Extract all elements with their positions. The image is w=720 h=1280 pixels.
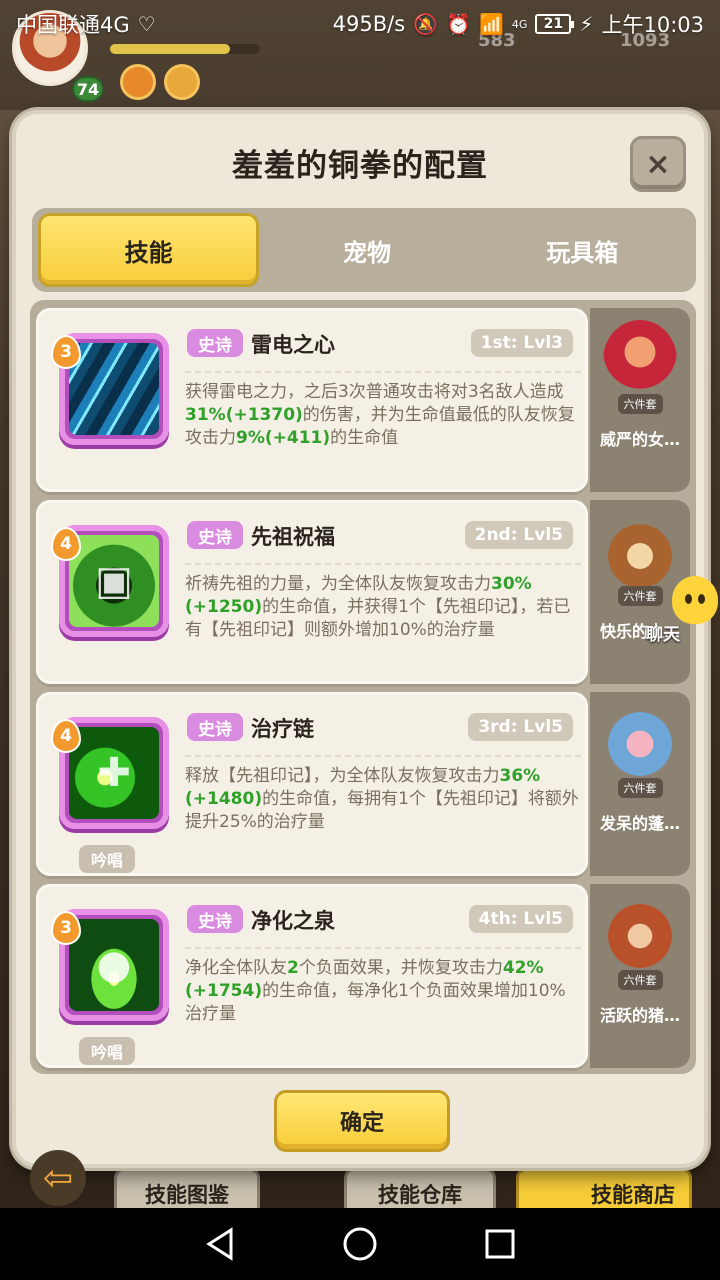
rarity-tag: 史诗: [187, 329, 243, 357]
pet-figure-icon: [603, 896, 677, 976]
skill-level-tag: 1st: Lvl3: [470, 329, 573, 357]
confirm-button[interactable]: 确定: [274, 1090, 450, 1152]
lightning-art-icon: [69, 343, 159, 435]
signal-shield-icon: ♡: [137, 12, 156, 36]
skill-card[interactable]: 3 史诗 雷电之心 1st: Lvl3 获得雷电之力，之后3次普通攻击将对3名敌人造成 3…: [36, 308, 588, 492]
rarity-tag: 史诗: [187, 905, 243, 933]
tab-pets[interactable]: 宠物: [259, 213, 474, 287]
skill-rank-badge: 3: [51, 335, 81, 369]
status-bar: 中国联通4G ♡ 495B/s 🔕 ⏰ 📶 4G 21 ⚡ 上午10:03: [0, 0, 720, 48]
chant-tag: 吟唱: [79, 845, 135, 873]
tab-toybox[interactable]: 玩具箱: [475, 213, 690, 287]
pet-name: 威严的女…: [599, 430, 680, 449]
skill-level-tag: 2nd: Lvl5: [464, 521, 573, 549]
desc-text: 获得雷电之力，之后3次普通攻击将对3名敌人造成: [185, 382, 564, 402]
pet-set-badge: 六件套: [617, 394, 663, 414]
nav-back-icon[interactable]: [200, 1224, 240, 1264]
skill-name: 雷电之心: [251, 333, 335, 357]
heal-chain-art-icon: ✚: [69, 727, 159, 819]
desc-highlight: 2: [287, 958, 299, 978]
nav-recents-icon[interactable]: [480, 1224, 520, 1264]
skill-card[interactable]: ▣ 4 史诗 先祖祝福 2nd: Lvl5 祈祷先祖的力量，为全体队友恢复攻击力30%(+…: [36, 500, 588, 684]
pet-figure-icon: [603, 320, 677, 400]
buff-icon[interactable]: [120, 64, 156, 100]
skill-name: 净化之泉: [251, 909, 335, 933]
desc-text: 释放【先祖印记】，为全体队友恢复攻击力: [185, 766, 500, 786]
system-nav-bar: [0, 1208, 720, 1280]
battery-icon: 21: [535, 14, 575, 34]
pet-set-badge: 六件套: [617, 970, 663, 990]
config-dialog: 羞羞的铜拳的配置 × 技能 宠物 玩具箱 3 史诗 雷电之心 1st: Lvl3 获得雷…: [12, 110, 708, 1168]
wifi-icon: 📶: [478, 12, 504, 36]
tab-bar: 技能 宠物 玩具箱: [32, 208, 696, 292]
chat-face-icon: [672, 576, 718, 624]
pet-name: 发呆的蓬…: [599, 814, 680, 833]
desc-highlight: 9%(+411): [236, 428, 331, 448]
close-button[interactable]: ×: [630, 136, 686, 192]
skill-description: 释放【先祖印记】，为全体队友恢复攻击力36%(+1480)的生命值，每拥有1个【…: [185, 755, 581, 834]
alarm-icon: ⏰: [446, 12, 471, 36]
rarity-tag: 史诗: [187, 521, 243, 549]
skill-description: 净化全体队友2个负面效果，并恢复攻击力42%(+1754)的生命值，每净化1个负…: [185, 947, 581, 1026]
buff-icon[interactable]: [164, 64, 200, 100]
pet-card[interactable]: 六件套发呆的蓬…: [590, 692, 690, 876]
mute-icon: 🔕: [413, 12, 439, 36]
skill-level-tag: 3rd: Lvl5: [468, 713, 573, 741]
desc-text: 个负面效果，并恢复攻击力: [298, 958, 503, 978]
skill-card[interactable]: ● 3 吟唱 史诗 净化之泉 4th: Lvl5 净化全体队友2个负面效果，并恢复攻击力42…: [36, 884, 588, 1068]
chat-label: 聊天: [646, 625, 680, 645]
tab-skills[interactable]: 技能: [38, 213, 260, 287]
skill-name: 治疗链: [251, 717, 314, 741]
desc-text: 的生命值: [330, 428, 399, 448]
skill-rank-badge: 4: [51, 719, 81, 753]
skill-rank-badge: 3: [51, 911, 81, 945]
purify-spring-art-icon: ●: [69, 919, 159, 1011]
pet-card[interactable]: 六件套威严的女…: [590, 308, 690, 492]
player-level-badge: 74: [72, 76, 104, 102]
desc-text: 祈祷先祖的力量，为全体队友恢复攻击力: [185, 574, 491, 594]
skill-description: 祈祷先祖的力量，为全体队友恢复攻击力30%(+1250)的生命值，并获得1个【先…: [185, 563, 581, 642]
pet-card[interactable]: 六件套活跃的猪…: [590, 884, 690, 1068]
nav-home-icon[interactable]: [340, 1224, 380, 1264]
network-type: 4G: [511, 17, 528, 31]
skill-list[interactable]: 3 史诗 雷电之心 1st: Lvl3 获得雷电之力，之后3次普通攻击将对3名敌人造成3…: [30, 300, 696, 1074]
pet-figure-icon: [603, 704, 677, 784]
net-speed: 495B/s: [332, 12, 406, 36]
pet-name: 活跃的猪…: [599, 1006, 680, 1025]
chant-tag: 吟唱: [79, 1037, 135, 1065]
skill-level-tag: 4th: Lvl5: [468, 905, 573, 933]
chat-button[interactable]: 聊天: [646, 576, 720, 646]
back-arrow-icon[interactable]: ⇦: [30, 1150, 86, 1206]
skill-rank-badge: 4: [51, 527, 81, 561]
pet-set-badge: 六件套: [617, 778, 663, 798]
desc-text: 净化全体队友: [185, 958, 287, 978]
rarity-tag: 史诗: [187, 713, 243, 741]
ancestor-art-icon: ▣: [69, 535, 159, 627]
skill-name: 先祖祝福: [251, 525, 335, 549]
charging-icon: ⚡: [579, 12, 594, 36]
desc-highlight: 31%(+1370): [185, 405, 303, 425]
dialog-title: 羞羞的铜拳的配置: [232, 148, 488, 184]
skill-card[interactable]: ✚ 4 吟唱 史诗 治疗链 3rd: Lvl5 释放【先祖印记】，为全体队友恢复攻击力36%…: [36, 692, 588, 876]
carrier-label: 中国联通4G: [16, 13, 130, 37]
skill-description: 获得雷电之力，之后3次普通攻击将对3名敌人造成31%(+1370)的伤害，并为生…: [185, 371, 581, 450]
clock: 上午10:03: [601, 13, 704, 37]
